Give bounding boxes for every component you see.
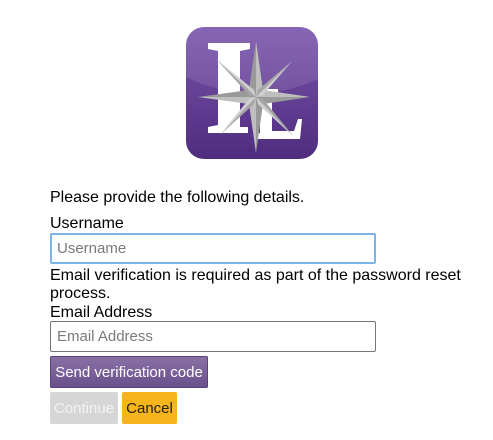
cancel-button[interactable]: Cancel <box>122 392 177 424</box>
email-input[interactable] <box>50 321 376 352</box>
email-label: Email Address <box>50 304 153 321</box>
brand-logo <box>186 27 318 159</box>
continue-button[interactable]: Continue <box>50 392 118 424</box>
username-label: Username <box>50 215 124 232</box>
form-intro-text: Please provide the following details. <box>50 189 305 206</box>
send-verification-code-button[interactable]: Send verification code <box>50 356 208 388</box>
verification-note: Email verification is required as part o… <box>50 267 461 302</box>
password-reset-page: Please provide the following details. Us… <box>0 0 493 440</box>
username-input[interactable] <box>50 233 376 264</box>
star-logo-icon <box>186 27 318 159</box>
